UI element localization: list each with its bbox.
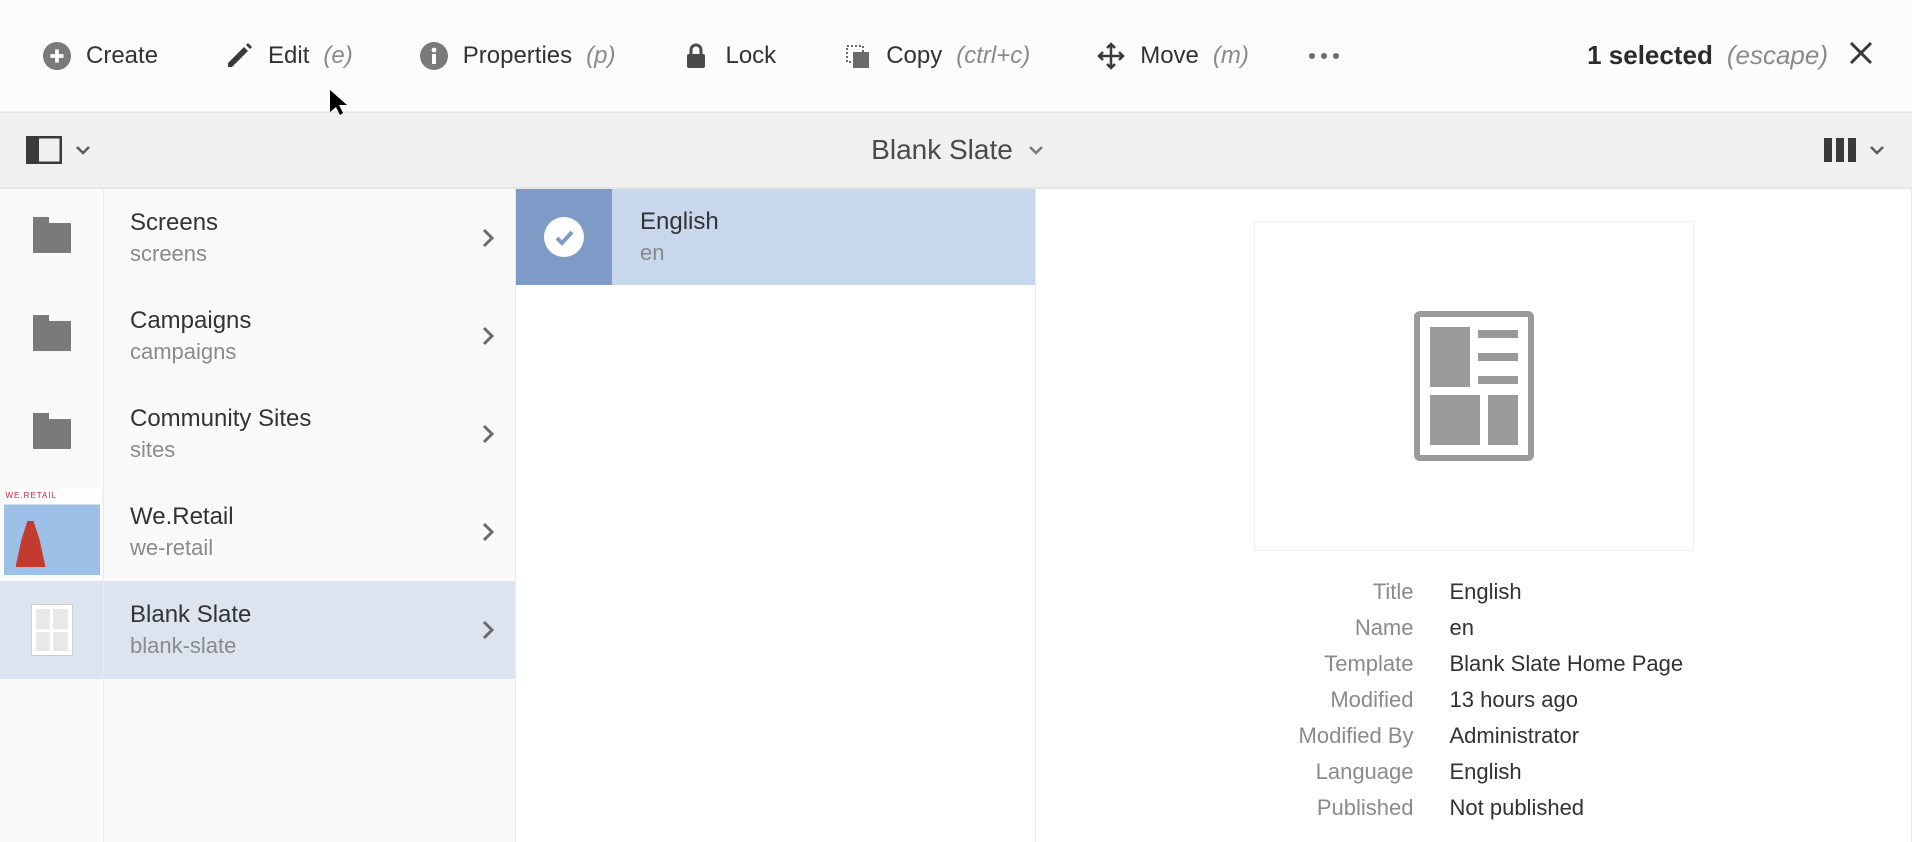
nav-item-title: Campaigns xyxy=(130,307,479,335)
nav-item-name: campaigns xyxy=(130,339,479,365)
nav-item-we-retail[interactable]: We.Retail we-retail xyxy=(104,483,515,581)
child-item-title: English xyxy=(640,208,719,236)
meta-label-modified: Modified xyxy=(1254,687,1414,713)
chevron-down-icon xyxy=(1868,141,1886,159)
meta-label-language: Language xyxy=(1254,759,1414,785)
detail-column: Title English Name en Template Blank Sla… xyxy=(1036,189,1912,842)
chevron-down-icon xyxy=(74,141,92,159)
thumb-screens[interactable] xyxy=(0,189,103,287)
chevron-right-icon xyxy=(479,322,497,350)
create-label: Create xyxy=(86,42,158,70)
thumbnail-rail: WE.RETAIL xyxy=(0,189,104,842)
lock-label: Lock xyxy=(725,42,776,70)
selection-escape-hint: (escape) xyxy=(1727,40,1828,71)
breadcrumb-title: Blank Slate xyxy=(871,134,1013,166)
close-icon xyxy=(1846,38,1876,68)
thumb-campaigns[interactable] xyxy=(0,287,103,385)
child-item-name: en xyxy=(640,240,719,266)
meta-value-template: Blank Slate Home Page xyxy=(1450,651,1694,677)
folder-icon xyxy=(33,223,71,253)
copy-button[interactable]: Copy (ctrl+c) xyxy=(824,29,1048,83)
copy-shortcut: (ctrl+c) xyxy=(956,42,1030,70)
lock-button[interactable]: Lock xyxy=(663,29,794,83)
create-button[interactable]: Create xyxy=(24,29,176,83)
edit-label: Edit xyxy=(268,42,309,70)
child-list-column: English en xyxy=(516,189,1036,842)
more-actions-button[interactable] xyxy=(1297,41,1351,71)
nav-item-name: sites xyxy=(130,437,479,463)
properties-shortcut: (p) xyxy=(586,42,615,70)
nav-item-blank-slate[interactable]: Blank Slate blank-slate xyxy=(104,581,515,679)
rail-toggle-button[interactable] xyxy=(26,136,92,164)
we-retail-thumbnail: WE.RETAIL xyxy=(4,489,100,575)
plus-circle-icon xyxy=(42,41,72,71)
chevron-right-icon xyxy=(479,518,497,546)
meta-value-title: English xyxy=(1450,579,1694,605)
breadcrumb-bar: Blank Slate xyxy=(0,112,1912,188)
selection-count: 1 selected xyxy=(1587,40,1713,71)
nav-item-title: We.Retail xyxy=(130,503,479,531)
meta-label-title: Title xyxy=(1254,579,1414,605)
thumb-community-sites[interactable] xyxy=(0,385,103,483)
chevron-down-icon xyxy=(1027,141,1045,159)
deselect-close-button[interactable] xyxy=(1846,38,1876,73)
page-layout-icon xyxy=(1414,311,1534,461)
copy-icon xyxy=(842,41,872,71)
chevron-right-icon xyxy=(479,616,497,644)
move-shortcut: (m) xyxy=(1213,42,1249,70)
column-view-icon xyxy=(1824,136,1856,164)
detail-metadata: Title English Name en Template Blank Sla… xyxy=(1254,579,1694,821)
meta-label-modified-by: Modified By xyxy=(1254,723,1414,749)
folder-icon xyxy=(33,321,71,351)
selection-checkbox[interactable] xyxy=(516,189,612,285)
properties-label: Properties xyxy=(463,42,572,70)
action-toolbar: Create Edit (e) Properties (p) Lock Copy… xyxy=(0,0,1912,112)
page-icon xyxy=(31,604,73,656)
chevron-right-icon xyxy=(479,420,497,448)
nav-item-title: Blank Slate xyxy=(130,601,479,629)
thumb-we-retail[interactable]: WE.RETAIL xyxy=(0,483,103,581)
move-label: Move xyxy=(1140,42,1199,70)
meta-value-language: English xyxy=(1450,759,1694,785)
edit-shortcut: (e) xyxy=(323,42,352,70)
rail-left-icon xyxy=(26,136,62,164)
pencil-icon xyxy=(224,41,254,71)
nav-item-name: screens xyxy=(130,241,479,267)
lock-icon xyxy=(681,41,711,71)
thumb-blank-slate[interactable] xyxy=(0,581,103,679)
column-browser: WE.RETAIL Screens screens Campaigns camp… xyxy=(0,188,1912,842)
detail-thumbnail xyxy=(1254,221,1694,551)
nav-item-name: blank-slate xyxy=(130,633,479,659)
copy-label: Copy xyxy=(886,42,942,70)
nav-item-community-sites[interactable]: Community Sites sites xyxy=(104,385,515,483)
child-item-english[interactable]: English en xyxy=(516,189,1035,285)
meta-label-published: Published xyxy=(1254,795,1414,821)
nav-item-campaigns[interactable]: Campaigns campaigns xyxy=(104,287,515,385)
nav-item-title: Screens xyxy=(130,209,479,237)
nav-list-column: Screens screens Campaigns campaigns Comm… xyxy=(104,189,516,842)
meta-value-modified-by: Administrator xyxy=(1450,723,1694,749)
meta-label-template: Template xyxy=(1254,651,1414,677)
meta-value-modified: 13 hours ago xyxy=(1450,687,1694,713)
breadcrumb-title-button[interactable]: Blank Slate xyxy=(92,134,1824,166)
meta-value-published: Not published xyxy=(1450,795,1694,821)
checkmark-circle-icon xyxy=(544,217,584,257)
meta-label-name: Name xyxy=(1254,615,1414,641)
folder-icon xyxy=(33,419,71,449)
move-arrows-icon xyxy=(1096,41,1126,71)
view-switcher-button[interactable] xyxy=(1824,136,1886,164)
nav-item-name: we-retail xyxy=(130,535,479,561)
nav-item-screens[interactable]: Screens screens xyxy=(104,189,515,287)
move-button[interactable]: Move (m) xyxy=(1078,29,1267,83)
chevron-right-icon xyxy=(479,224,497,252)
info-circle-icon xyxy=(419,41,449,71)
nav-item-title: Community Sites xyxy=(130,405,479,433)
properties-button[interactable]: Properties (p) xyxy=(401,29,634,83)
edit-button[interactable]: Edit (e) xyxy=(206,29,371,83)
meta-value-name: en xyxy=(1450,615,1694,641)
